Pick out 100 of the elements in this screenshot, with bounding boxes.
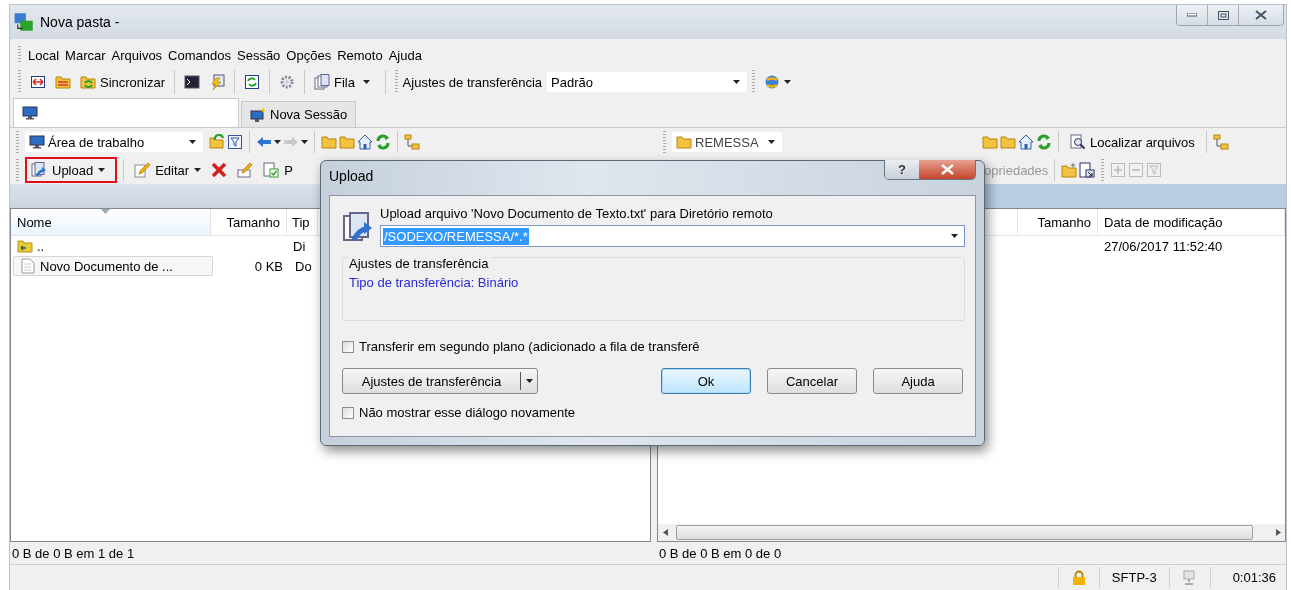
dialog-title: Upload <box>329 168 374 184</box>
folder-icon[interactable] <box>209 134 225 150</box>
network-icon <box>1181 569 1198 586</box>
status-text: 0 B de 0 B em 1 de 1 <box>12 545 135 561</box>
transfer-settings-button[interactable]: Ajustes de transferência <box>342 368 538 394</box>
location-dropdown[interactable]: REMESSA <box>672 132 782 152</box>
session-tab[interactable] <box>13 98 239 127</box>
folder-icon[interactable] <box>321 134 337 150</box>
refresh-icon[interactable] <box>375 134 391 150</box>
menu-item[interactable]: Remoto <box>334 45 386 65</box>
caret-icon[interactable] <box>274 140 281 144</box>
pencil-icon <box>134 162 151 178</box>
filter-icon[interactable] <box>227 134 243 150</box>
compare-icon <box>30 74 46 90</box>
transfer-type-link[interactable]: Tipo de transferência: Binário <box>349 275 958 290</box>
delete-icon <box>211 162 228 178</box>
monitor-icon <box>29 134 45 150</box>
tree-icon[interactable] <box>404 134 420 150</box>
right-arrow-icon[interactable] <box>1275 529 1281 536</box>
documents-icon <box>314 74 331 90</box>
properties-icon <box>263 162 280 178</box>
upload-icon <box>342 212 374 244</box>
plus-icon <box>1110 162 1127 178</box>
caret-icon <box>768 140 775 144</box>
prompt-text: Upload arquivo 'Novo Documento de Texto.txt' para Diretório remoto <box>380 206 774 221</box>
scrollbar[interactable] <box>658 524 1285 541</box>
folder-icon <box>676 134 692 150</box>
dialog-button[interactable]: Ajuda <box>873 368 963 394</box>
refresh-icon <box>244 74 261 90</box>
minus-icon <box>1128 162 1145 178</box>
column-header[interactable]: Data de modificação <box>1098 209 1285 235</box>
close-button[interactable] <box>1238 5 1283 25</box>
caret-icon <box>951 234 958 238</box>
menu-item[interactable]: Arquivos <box>108 45 166 65</box>
menu-item[interactable]: Comandos <box>165 45 234 65</box>
elapsed-time: 0:01:36 <box>1232 570 1276 585</box>
protocol-label: SFTP-3 <box>1111 570 1157 585</box>
folder-icon[interactable] <box>982 134 998 150</box>
help-button[interactable]: ? <box>885 160 919 179</box>
column-header[interactable]: Tamanho <box>211 209 287 235</box>
caret-icon <box>189 140 196 144</box>
file-name[interactable]: .. <box>37 238 45 254</box>
checkbox[interactable] <box>342 406 354 419</box>
checkbox-label[interactable]: Transferir em segundo plano (adicionado a fila de transferê <box>359 339 700 354</box>
find-files-button[interactable]: Localizar arquivos <box>1065 131 1200 153</box>
group-title: Ajustes de transferência <box>349 256 493 271</box>
home-icon[interactable] <box>1018 134 1034 150</box>
minimize-icon <box>1187 13 1197 17</box>
upload-icon <box>31 162 47 178</box>
synchronize-button[interactable]: Sincronizar <box>76 71 170 93</box>
gear-icon <box>279 74 296 90</box>
column-header[interactable]: Tamanho <box>1018 209 1098 235</box>
transfer-preset-dropdown[interactable]: Padrão <box>547 72 748 92</box>
home-icon[interactable] <box>357 134 373 150</box>
menu-item[interactable]: Sessão <box>234 45 284 65</box>
edit-button[interactable]: Editar <box>130 159 206 181</box>
menu-item[interactable]: Opções <box>283 45 335 65</box>
checkbox[interactable] <box>342 340 354 353</box>
folder-sync-icon <box>80 74 96 90</box>
caret-icon <box>525 379 533 383</box>
refresh-icon[interactable] <box>1036 134 1052 150</box>
folder-icon <box>17 238 33 254</box>
app-icon <box>14 12 34 32</box>
caret-icon <box>362 80 370 84</box>
caret-icon <box>98 168 106 172</box>
file-size: 0 KB <box>254 258 283 274</box>
status-text: 0 B de 0 B em 0 de 0 <box>659 545 782 561</box>
lightning-icon <box>209 74 226 90</box>
checkbox-label[interactable]: Não mostrar esse diálogo novamente <box>359 405 576 420</box>
file-type: Do <box>295 258 312 274</box>
filter-icon <box>1146 162 1163 178</box>
sort-arrow-icon <box>101 209 110 214</box>
queue-button[interactable]: Fila <box>310 71 374 93</box>
close-button[interactable] <box>919 160 975 179</box>
back-arrow-icon[interactable] <box>256 134 272 150</box>
menu-item[interactable]: Marcar <box>62 45 109 65</box>
menu-item[interactable]: Ajuda <box>385 45 425 65</box>
folders-icon <box>55 74 71 90</box>
rename-icon <box>237 162 254 178</box>
maximize-icon <box>1217 10 1229 20</box>
left-arrow-icon[interactable] <box>662 529 668 536</box>
location-dropdown[interactable]: Área de trabalho <box>25 132 203 152</box>
close-icon <box>940 164 954 175</box>
tree-icon[interactable] <box>1212 134 1229 150</box>
dialog-button[interactable]: Ok <box>661 368 751 394</box>
session-tab[interactable]: Nova Sessão <box>241 101 357 127</box>
file-type: Di <box>293 238 306 254</box>
document-icon[interactable] <box>1079 162 1096 178</box>
monitor-icon <box>250 106 266 123</box>
caret-icon <box>733 80 741 84</box>
menu-item[interactable]: Local <box>25 45 63 65</box>
column-header[interactable]: Nome <box>11 209 211 235</box>
column-header[interactable]: Tip <box>287 209 318 235</box>
properties-button[interactable]: P <box>259 159 297 181</box>
maximize-button[interactable] <box>1207 5 1238 25</box>
magnifier-icon <box>1070 134 1086 150</box>
caret-icon <box>194 168 202 172</box>
caret-icon[interactable] <box>301 140 308 144</box>
dialog-button[interactable]: Cancelar <box>767 368 857 394</box>
monitor-icon <box>22 105 38 121</box>
